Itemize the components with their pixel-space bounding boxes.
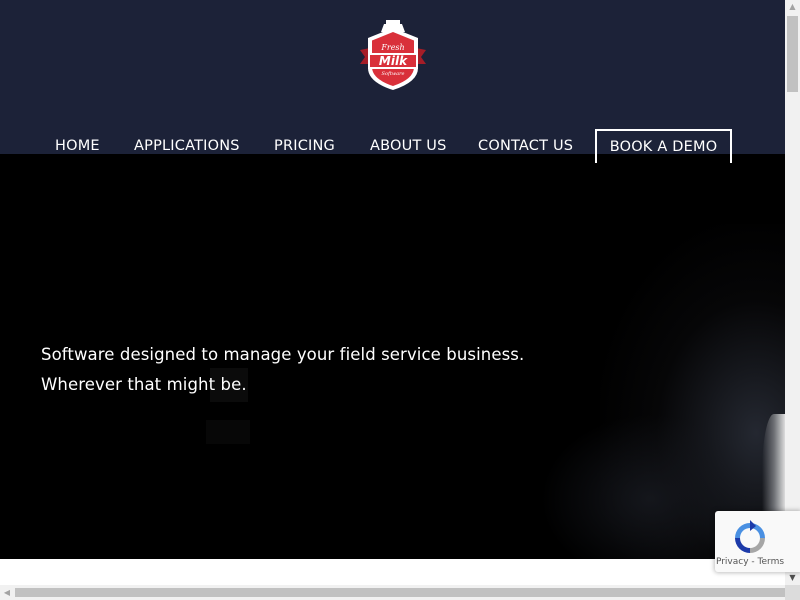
horizontal-scroll-thumb[interactable] bbox=[15, 588, 785, 597]
nav-home-link[interactable]: HOME bbox=[55, 129, 100, 163]
vertical-scroll-thumb[interactable] bbox=[787, 16, 798, 92]
book-a-demo-button[interactable]: BOOK A DEMO bbox=[595, 129, 732, 163]
recaptcha-links: Privacy - Terms bbox=[715, 557, 785, 567]
hero-tagline-line-2: Wherever that might be. bbox=[41, 375, 247, 394]
nav-applications-link[interactable]: APPLICATIONS bbox=[134, 129, 240, 163]
nav-about-us-link[interactable]: ABOUT US bbox=[370, 129, 447, 163]
recaptcha-privacy-link[interactable]: Privacy bbox=[716, 557, 749, 567]
vertical-scrollbar[interactable]: ▲ ▼ bbox=[785, 0, 800, 585]
logo-text-fresh: Fresh bbox=[380, 43, 404, 52]
milk-carton-logo-icon: Fresh Milk Software bbox=[360, 20, 426, 90]
scroll-left-arrow-icon[interactable]: ◀ bbox=[0, 585, 14, 600]
fresh-milk-logo[interactable]: Fresh Milk Software bbox=[356, 20, 430, 92]
main-nav: HOME APPLICATIONS PRICING ABOUT US CONTA… bbox=[0, 129, 785, 165]
nav-pricing-link[interactable]: PRICING bbox=[274, 129, 335, 163]
scroll-up-arrow-icon[interactable]: ▲ bbox=[785, 0, 800, 14]
recaptcha-terms-link[interactable]: Terms bbox=[758, 557, 785, 567]
hero-banner: Software designed to manage your field s… bbox=[0, 154, 785, 559]
hero-tagline: Software designed to manage your field s… bbox=[41, 340, 524, 400]
recaptcha-separator: - bbox=[751, 557, 755, 567]
scroll-down-arrow-icon[interactable]: ▼ bbox=[785, 571, 800, 585]
recaptcha-badge[interactable]: Privacy - Terms bbox=[715, 511, 800, 572]
page: Fresh Milk Software HOME APPLICATIONS PR… bbox=[0, 0, 785, 585]
horizontal-scrollbar[interactable]: ◀ bbox=[0, 585, 785, 600]
hero-tagline-line-1: Software designed to manage your field s… bbox=[41, 345, 525, 364]
scrollbar-corner bbox=[785, 585, 800, 600]
nav-contact-us-link[interactable]: CONTACT US bbox=[478, 129, 573, 163]
logo-text-software: Software bbox=[382, 71, 405, 77]
hero-background-block-2 bbox=[206, 420, 250, 444]
recaptcha-icon bbox=[735, 520, 765, 553]
logo-text-milk: Milk bbox=[379, 54, 408, 68]
